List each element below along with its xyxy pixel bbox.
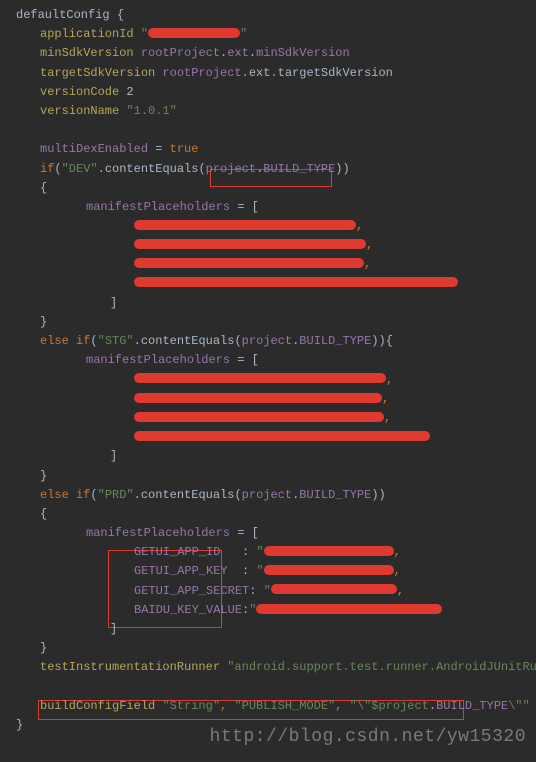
line-redact: , (16, 390, 536, 409)
redaction-icon (264, 546, 394, 556)
line-brace: { (16, 505, 536, 524)
line-close-bracket: ] (16, 294, 536, 313)
line-redact: , (16, 255, 536, 274)
redaction-icon (134, 393, 382, 403)
redaction-icon (134, 431, 430, 441)
line-brace: } (16, 639, 536, 658)
line-versionname: versionName "1.0.1" (16, 102, 536, 121)
redaction-icon (264, 565, 394, 575)
redaction-icon (148, 28, 240, 38)
line-applicationid: applicationId "" (16, 25, 536, 44)
line-redact (16, 275, 536, 294)
line-versioncode: versionCode 2 (16, 83, 536, 102)
line-redact: , (16, 409, 536, 428)
line-targetsdk: targetSdkVersion rootProject.ext.targetS… (16, 64, 536, 83)
line-key-appsecret: GETUI_APP_SECRET: ", (16, 582, 536, 601)
redaction-icon (134, 277, 458, 287)
line-elseif-stg: else if("STG".contentEquals(project.BUIL… (16, 332, 536, 351)
redaction-icon (271, 584, 397, 594)
line-redact (16, 428, 536, 447)
line-key-appid: GETUI_APP_ID : ", (16, 543, 536, 562)
code-block: defaultConfig { applicationId "" minSdkV… (16, 6, 536, 735)
line-brace: } (16, 313, 536, 332)
line-key-baidu: BAIDU_KEY_VALUE:" (16, 601, 536, 620)
line-close-bracket: ] (16, 447, 536, 466)
line-mp-stg: manifestPlaceholders = [ (16, 351, 536, 370)
redaction-icon (256, 604, 442, 614)
redaction-icon (134, 412, 384, 422)
line-multidex: multiDexEnabled = true (16, 140, 536, 159)
line-redact: , (16, 217, 536, 236)
line-defaultconfig: defaultConfig { (16, 6, 536, 25)
redaction-icon (134, 220, 356, 230)
line-redact: , (16, 236, 536, 255)
line-if-dev: if("DEV".contentEquals(project.BUILD_TYP… (16, 160, 536, 179)
line-close-bracket: ] (16, 620, 536, 639)
line-tir: testInstrumentationRunner "android.suppo… (16, 658, 536, 677)
line-brace: } (16, 467, 536, 486)
line-elseif-prd: else if("PRD".contentEquals(project.BUIL… (16, 486, 536, 505)
line-mp-dev: manifestPlaceholders = [ (16, 198, 536, 217)
line-redact: , (16, 371, 536, 390)
line-minsdk: minSdkVersion rootProject.ext.minSdkVers… (16, 44, 536, 63)
redaction-icon (134, 373, 386, 383)
line-key-appkey: GETUI_APP_KEY : ", (16, 562, 536, 581)
line-mp-prd: manifestPlaceholders = [ (16, 524, 536, 543)
redaction-icon (134, 258, 364, 268)
line-brace: { (16, 179, 536, 198)
redaction-icon (134, 239, 366, 249)
line-buildconfigfield: buildConfigField "String", "PUBLISH_MODE… (16, 697, 536, 716)
watermark: http://blog.csdn.net/yw15320 (210, 723, 526, 752)
